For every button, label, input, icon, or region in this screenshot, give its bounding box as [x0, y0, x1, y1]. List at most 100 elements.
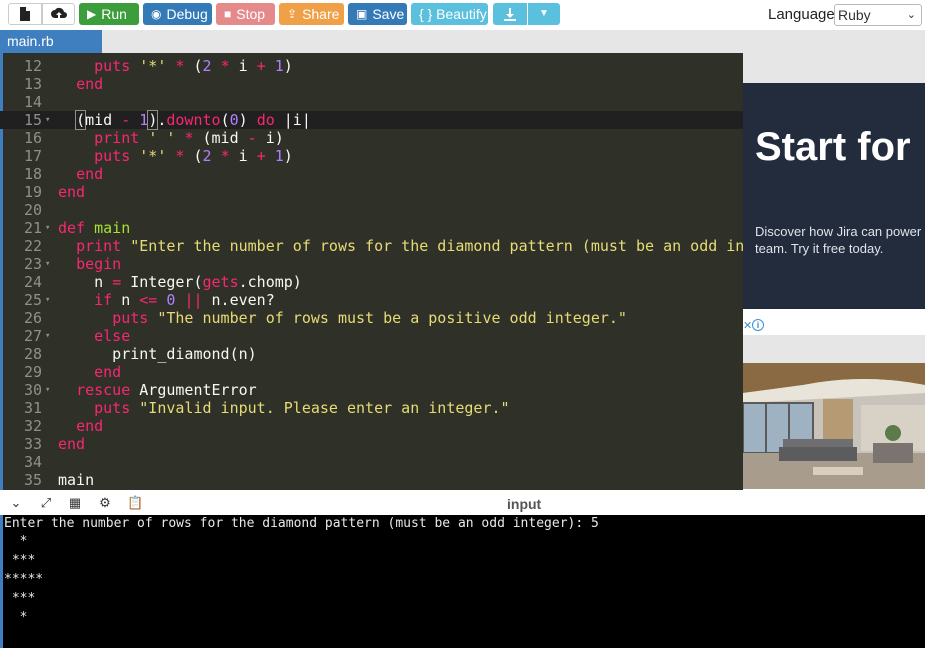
code-line[interactable]: 33 end — [0, 435, 743, 453]
code-line[interactable]: 23 ▾ begin — [0, 255, 743, 273]
fold-toggle-icon[interactable]: ▾ — [45, 219, 50, 237]
language-select[interactable]: Ruby ⌄ — [834, 4, 922, 26]
ad-image[interactable] — [743, 363, 925, 489]
code-line[interactable]: 25 ▾ if n <= 0 || n.even? — [0, 291, 743, 309]
code-token: n.even? — [202, 291, 275, 309]
code-line[interactable]: 20 — [0, 201, 743, 219]
code-token: |i| — [274, 111, 311, 129]
ad-top-space — [743, 53, 925, 83]
share-button[interactable]: ⇪ Share — [279, 3, 344, 25]
stop-button[interactable]: ■ Stop — [216, 3, 275, 25]
code-line[interactable]: 29 end — [0, 363, 743, 381]
code-line[interactable]: 35 main — [0, 471, 743, 489]
code-token: end — [76, 75, 104, 93]
cloud-upload-icon — [50, 7, 67, 19]
file-icon — [20, 7, 30, 21]
code-line[interactable]: 32 end — [0, 417, 743, 435]
code-token: (mid — [193, 129, 248, 147]
debug-button[interactable]: ◉ Debug — [143, 3, 212, 25]
fold-toggle-icon[interactable]: ▾ — [45, 381, 50, 399]
code-line[interactable]: 12 puts '*' * (2 * i + 1) — [0, 57, 743, 75]
line-number: 15 — [23, 111, 42, 129]
expand-icon[interactable]: ⤢ — [38, 495, 54, 511]
code-text: (mid - 1).downto(0) do |i| — [58, 110, 311, 130]
ad-info-icon[interactable]: i — [752, 319, 764, 331]
fold-toggle-icon[interactable]: ▾ — [45, 327, 50, 345]
output-line: Enter the number of rows for the diamond… — [4, 516, 599, 531]
code-token: n — [112, 291, 140, 309]
code-line[interactable]: 21 ▾ def main — [0, 219, 743, 237]
line-number: 35 — [23, 471, 42, 489]
code-text: puts "Invalid input. Please enter an int… — [58, 399, 509, 417]
code-token: puts — [94, 57, 131, 75]
code-line[interactable]: 31 puts "Invalid input. Please enter an … — [0, 399, 743, 417]
fold-toggle-icon[interactable]: ▾ — [45, 291, 50, 309]
download-menu-button[interactable]: ▼ — [528, 3, 560, 25]
code-token: ) — [238, 111, 257, 129]
line-number: 12 — [23, 57, 42, 75]
code-line[interactable]: 14 — [0, 93, 743, 111]
gear-icon[interactable]: ⚙ — [97, 495, 113, 511]
code-token: * — [220, 57, 230, 75]
beautify-button[interactable]: { } Beautify — [411, 3, 488, 25]
ad-separator — [743, 335, 925, 363]
code-line[interactable]: 27 ▾ else — [0, 327, 743, 345]
line-number: 17 — [23, 147, 42, 165]
ad-headline: Start for — [755, 125, 911, 169]
code-line[interactable]: 13 end — [0, 75, 743, 93]
save-button[interactable]: ▣ Save — [348, 3, 407, 25]
code-token: 0 — [229, 111, 239, 129]
code-text: print "Enter the number of rows for the … — [58, 237, 743, 255]
code-token: ' ' — [148, 129, 176, 147]
code-line[interactable]: 17 puts '*' * (2 * i + 1) — [0, 147, 743, 165]
ad-close-icon[interactable]: ✕ — [743, 319, 752, 332]
code-line[interactable]: 15 ▾ (mid - 1).downto(0) do |i| — [0, 110, 743, 130]
console-output[interactable]: Enter the number of rows for the diamond… — [0, 515, 925, 648]
code-text: rescue ArgumentError — [58, 381, 257, 399]
download-button[interactable] — [493, 3, 527, 25]
line-number: 29 — [23, 363, 42, 381]
code-line[interactable]: 19 end — [0, 183, 743, 201]
code-line[interactable]: 18 end — [0, 165, 743, 183]
code-token: gets — [202, 273, 239, 291]
fold-toggle-icon[interactable]: ▾ — [45, 255, 50, 273]
code-token: = — [112, 273, 122, 291]
code-token: "The number of rows must be a positive o… — [157, 309, 627, 327]
code-line[interactable]: 30 ▾ rescue ArgumentError — [0, 381, 743, 399]
code-text: n = Integer(gets.chomp) — [58, 273, 302, 291]
code-token: end — [58, 435, 86, 453]
code-editor[interactable]: 12 puts '*' * (2 * i + 1) 13 end 14 15 ▾ (mi… — [0, 53, 743, 490]
line-number: 34 — [23, 453, 42, 471]
code-text: end — [58, 183, 85, 201]
new-file-button[interactable] — [8, 3, 42, 25]
code-token: end — [58, 183, 86, 201]
code-line[interactable]: 34 — [0, 453, 743, 471]
code-text: end — [58, 75, 103, 93]
code-text: begin — [58, 255, 121, 273]
code-line[interactable]: 16 print ' ' * (mid - i) — [0, 129, 743, 147]
code-text: def main — [58, 219, 130, 237]
code-line[interactable]: 26 puts "The number of rows must be a po… — [0, 309, 743, 327]
chevron-down-icon[interactable]: ⌄ — [8, 495, 24, 511]
code-line[interactable]: 22 print "Enter the number of rows for t… — [0, 237, 743, 255]
line-number: 18 — [23, 165, 42, 183]
code-token: Integer( — [121, 273, 203, 291]
code-line[interactable]: 24 n = Integer(gets.chomp) — [0, 273, 743, 291]
ad-banner[interactable]: Start for Discover how Jira can power te… — [743, 83, 925, 309]
upload-button[interactable] — [42, 3, 75, 25]
layout-icon[interactable]: ▦ — [67, 495, 83, 511]
fold-toggle-icon[interactable]: ▾ — [45, 111, 50, 129]
tab-main-rb[interactable]: main.rb — [0, 30, 102, 53]
paste-icon[interactable]: 📋 — [127, 495, 143, 511]
ad-description-line-1: Discover how Jira can power — [755, 224, 922, 239]
code-token: def — [58, 219, 86, 237]
run-button[interactable]: ▶ Run — [79, 3, 139, 25]
code-text: end — [58, 165, 103, 183]
code-token: ( — [184, 57, 203, 75]
code-line[interactable]: 28 print_diamond(n) — [0, 345, 743, 363]
